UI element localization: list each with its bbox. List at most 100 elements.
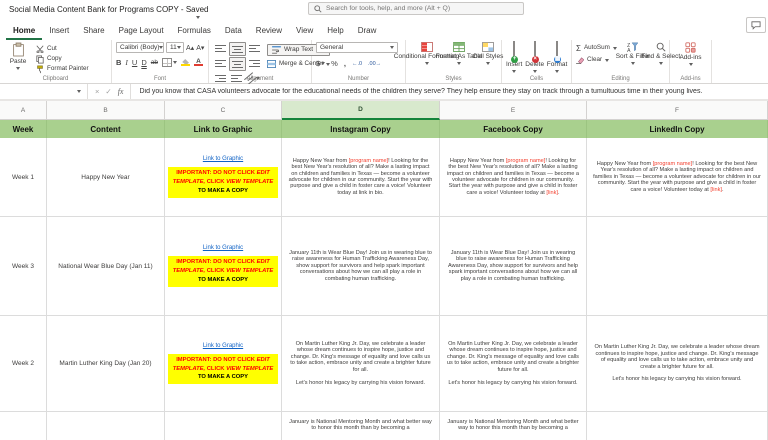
- group-label-cells: Cells: [502, 76, 571, 82]
- cancel-entry-icon[interactable]: ×: [95, 87, 99, 96]
- tab-share[interactable]: Share: [76, 22, 111, 40]
- confirm-entry-icon[interactable]: ✓: [105, 87, 111, 96]
- header-content[interactable]: Content: [47, 120, 165, 138]
- align-top-button[interactable]: [213, 42, 228, 54]
- cell-facebook-copy[interactable]: January is National Mentoring Month and …: [440, 412, 587, 440]
- align-right-button[interactable]: [247, 57, 262, 69]
- percent-style-button[interactable]: %: [331, 59, 338, 68]
- cell-content[interactable]: Happy New Year: [47, 138, 165, 217]
- cell-content[interactable]: National Wear Blue Day (Jan 11): [47, 217, 165, 316]
- header-week[interactable]: Week: [0, 120, 47, 138]
- header-facebook-copy[interactable]: Facebook Copy: [440, 120, 587, 138]
- name-box[interactable]: [0, 84, 88, 99]
- cell-instagram-copy[interactable]: January 11th is Wear Blue Day! Join us i…: [282, 217, 440, 316]
- cell-week[interactable]: [0, 412, 47, 440]
- font-size-value: 11: [170, 44, 177, 51]
- insert-function-icon[interactable]: fx: [118, 87, 124, 96]
- shrink-font-button[interactable]: A▾: [196, 44, 204, 52]
- header-link-to-graphic[interactable]: Link to Graphic: [165, 120, 282, 138]
- cell-instagram-copy[interactable]: January is National Mentoring Month and …: [282, 412, 440, 440]
- align-center-button[interactable]: [229, 57, 246, 71]
- tab-data[interactable]: Data: [218, 22, 249, 40]
- cell-content[interactable]: [47, 412, 165, 440]
- column-header-d-selected[interactable]: D: [282, 101, 440, 120]
- comments-button[interactable]: [746, 17, 766, 33]
- cell-facebook-copy[interactable]: January 11th is Wear Blue Day! Join us i…: [440, 217, 587, 316]
- addins-button[interactable]: Add-ins: [674, 42, 707, 66]
- bold-button[interactable]: B: [116, 58, 121, 67]
- decrease-decimal-button[interactable]: .00→: [368, 61, 381, 67]
- search-input[interactable]: Search for tools, help, and more (Alt + …: [308, 2, 524, 15]
- tab-page-layout[interactable]: Page Layout: [112, 22, 171, 40]
- number-format-select[interactable]: General: [316, 42, 398, 53]
- strikethrough-button[interactable]: ab: [151, 59, 158, 66]
- grow-font-button[interactable]: A▴: [186, 44, 194, 52]
- header-instagram-copy[interactable]: Instagram Copy: [282, 120, 440, 138]
- align-bottom-button[interactable]: [247, 42, 262, 54]
- cell-linkedin-copy[interactable]: [587, 412, 768, 440]
- tab-draw[interactable]: Draw: [351, 22, 384, 40]
- tab-insert[interactable]: Insert: [42, 22, 76, 40]
- copy-button[interactable]: Copy: [36, 55, 89, 63]
- autosum-button[interactable]: Σ AutoSum: [576, 44, 617, 52]
- header-linkedin-copy[interactable]: LinkedIn Copy: [587, 120, 768, 138]
- font-name-select[interactable]: Calibri (Body): [116, 42, 164, 53]
- wrap-text-label: Wrap Text: [284, 46, 313, 54]
- cell-facebook-copy[interactable]: Happy New Year from [program name]! Look…: [440, 138, 587, 217]
- column-header-f[interactable]: F: [587, 101, 768, 120]
- format-painter-button[interactable]: Format Painter: [36, 65, 89, 73]
- tab-home[interactable]: Home: [6, 22, 42, 40]
- formula-input[interactable]: Did you know that CASA volunteers advoca…: [131, 88, 702, 95]
- cell-facebook-copy[interactable]: On Martin Luther King Jr. Day, we celebr…: [440, 316, 587, 412]
- font-color-button[interactable]: A: [194, 59, 203, 66]
- tab-review[interactable]: Review: [249, 22, 289, 40]
- clear-button[interactable]: Clear: [576, 56, 617, 64]
- font-size-select[interactable]: 11: [166, 42, 184, 53]
- column-header-b[interactable]: B: [47, 101, 165, 120]
- cell-link-to-graphic[interactable]: Link to Graphic IMPORTANT: DO NOT CLICK …: [165, 316, 282, 412]
- cell-linkedin-copy[interactable]: [587, 217, 768, 316]
- merge-center-icon: [267, 60, 276, 68]
- italic-button[interactable]: I: [125, 58, 128, 67]
- comma-style-button[interactable]: ,: [344, 59, 346, 68]
- align-middle-button[interactable]: [229, 42, 246, 56]
- tab-formulas[interactable]: Formulas: [171, 22, 218, 40]
- cell-week[interactable]: Week 1: [0, 138, 47, 217]
- link-to-graphic[interactable]: Link to Graphic: [203, 343, 243, 349]
- cell-link-to-graphic[interactable]: [165, 412, 282, 440]
- link-to-graphic[interactable]: Link to Graphic: [203, 156, 243, 162]
- insert-cells-button[interactable]: + Insert: [506, 42, 522, 73]
- link-to-graphic[interactable]: Link to Graphic: [203, 245, 243, 251]
- cell-week[interactable]: Week 3: [0, 217, 47, 316]
- fill-color-button[interactable]: [181, 59, 190, 66]
- group-label-styles: Styles: [406, 76, 501, 82]
- tab-view[interactable]: View: [289, 22, 320, 40]
- cell-linkedin-copy[interactable]: Happy New Year from [program name]! Look…: [587, 138, 768, 217]
- double-underline-button[interactable]: D: [141, 58, 146, 67]
- cell-instagram-copy[interactable]: On Martin Luther King Jr. Day, we celebr…: [282, 316, 440, 412]
- align-left-button[interactable]: [213, 57, 228, 69]
- cell-instagram-copy[interactable]: Happy New Year from [program name]! Look…: [282, 138, 440, 217]
- format-cells-button[interactable]: ▦ Format: [547, 42, 567, 73]
- increase-decimal-button[interactable]: ←.0: [352, 61, 362, 67]
- column-header-e[interactable]: E: [440, 101, 587, 120]
- cell-link-to-graphic[interactable]: Link to Graphic IMPORTANT: DO NOT CLICK …: [165, 217, 282, 316]
- accounting-format-button[interactable]: $: [316, 59, 325, 68]
- underline-button[interactable]: U: [132, 58, 137, 67]
- borders-button[interactable]: [162, 58, 177, 67]
- clear-icon: [576, 57, 584, 64]
- cut-button[interactable]: Cut: [36, 45, 89, 53]
- cell-link-to-graphic[interactable]: Link to Graphic IMPORTANT: DO NOT CLICK …: [165, 138, 282, 217]
- tab-help[interactable]: Help: [320, 22, 350, 40]
- borders-icon: [162, 58, 172, 67]
- format-as-table-button[interactable]: Format As Table: [445, 42, 473, 73]
- cell-week[interactable]: Week 2: [0, 316, 47, 412]
- cell-linkedin-copy[interactable]: On Martin Luther King Jr. Day, we celebr…: [587, 316, 768, 412]
- column-header-a[interactable]: A: [0, 101, 47, 120]
- cell-styles-button[interactable]: Cell Styles: [475, 42, 501, 73]
- column-header-c[interactable]: C: [165, 101, 282, 120]
- group-alignment: Wrap Text Merge & Center Alignment: [209, 40, 312, 83]
- cell-content[interactable]: Martin Luther King Day (Jan 20): [47, 316, 165, 412]
- paste-button[interactable]: Paste: [4, 42, 32, 73]
- delete-cells-button[interactable]: × Delete: [525, 42, 544, 73]
